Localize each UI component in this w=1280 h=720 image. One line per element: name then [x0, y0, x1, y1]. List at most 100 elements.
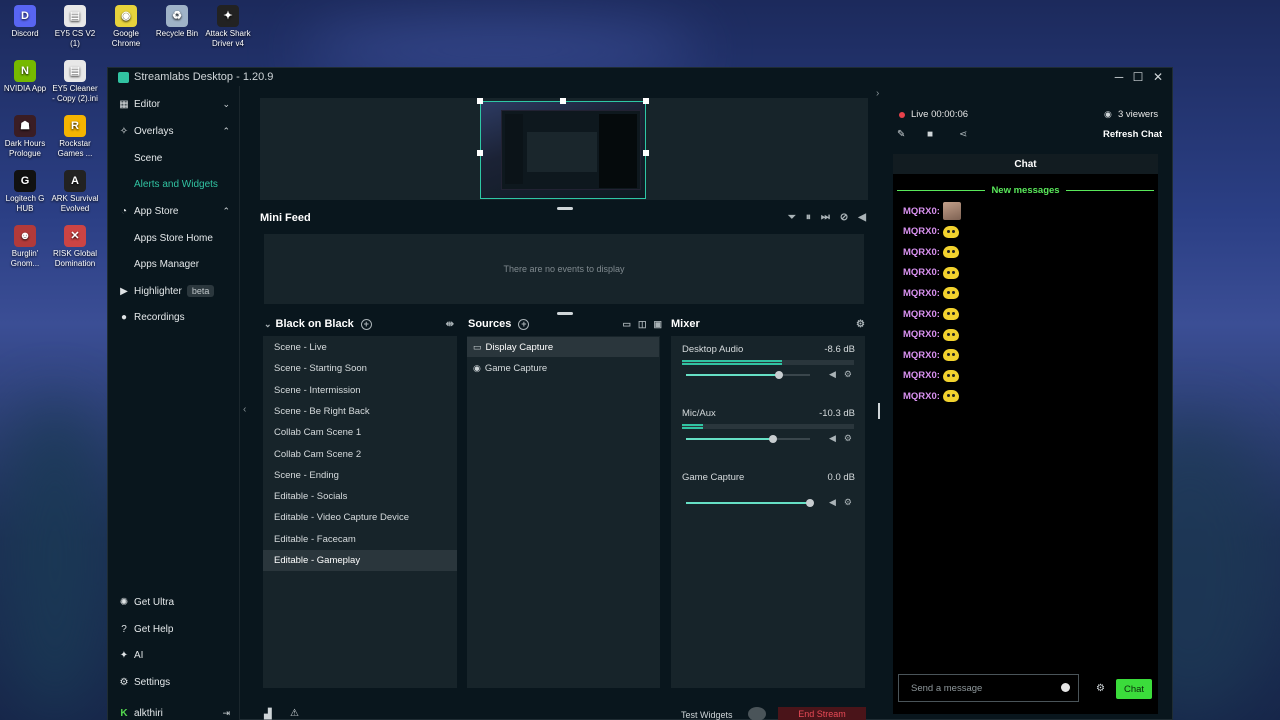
scene-item[interactable]: Scene - Live — [263, 337, 457, 358]
end-stream-button[interactable]: End Stream — [778, 707, 866, 720]
preview-display-capture[interactable] — [480, 101, 646, 199]
volume-icon[interactable]: ◀ — [829, 497, 836, 508]
folder-icon[interactable]: ▭ — [622, 319, 631, 330]
desktop-icon[interactable]: D Discord — [0, 5, 50, 39]
alerts-icon[interactable]: ⚠ — [290, 708, 299, 719]
desktop-icon[interactable]: N NVIDIA App — [0, 60, 50, 94]
chat-message-input[interactable]: Send a message — [898, 674, 1079, 702]
refresh-chat-button[interactable]: Refresh Chat — [1103, 129, 1162, 140]
expand-chat-icon[interactable]: › — [876, 88, 879, 99]
sidebar-item-alerts-widgets[interactable]: Alerts and Widgets — [108, 173, 240, 195]
gear-icon[interactable]: ⚙ — [844, 369, 852, 380]
sidebar-item-get-ultra[interactable]: ✺ Get Ultra — [108, 591, 240, 613]
group-icon[interactable]: ◫ — [638, 319, 647, 330]
chat-send-button[interactable]: Chat — [1116, 679, 1152, 699]
close-button[interactable]: ✕ — [1147, 68, 1169, 86]
stats-icon[interactable]: ▟ — [264, 709, 272, 720]
resize-handle[interactable] — [477, 98, 483, 104]
chat-username[interactable]: MQRX0: — [903, 350, 940, 361]
volume-slider[interactable] — [686, 435, 810, 443]
collapse-sidebar-icon[interactable]: ‹ — [243, 404, 246, 415]
desktop-icon[interactable]: ✦ Attack Shark Driver v4 — [203, 5, 253, 49]
skip-icon[interactable]: ⏭ — [821, 212, 830, 223]
desktop-icon[interactable]: ▤ EY5 CS V2 (1) — [50, 5, 100, 49]
record-button[interactable] — [748, 707, 766, 720]
sidebar-item-get-help[interactable]: ? Get Help — [108, 618, 240, 640]
desktop-icon[interactable]: R Rockstar Games ... — [50, 115, 100, 159]
scene-item[interactable]: Scene - Intermission — [263, 380, 457, 401]
pause-icon[interactable]: ⏸ — [806, 212, 811, 223]
sidebar-item-apps-store-home[interactable]: Apps Store Home — [108, 227, 240, 249]
scene-item[interactable]: Editable - Video Capture Device — [263, 507, 457, 528]
volume-icon[interactable]: ◀ — [829, 369, 836, 380]
resize-divider[interactable] — [878, 403, 880, 419]
sidebar-item-settings[interactable]: ⚙ Settings — [108, 671, 240, 693]
volume-icon[interactable]: ◀ — [829, 433, 836, 444]
pencil-icon[interactable]: ✎ — [897, 129, 905, 140]
filter-icon[interactable]: ⏷ — [788, 212, 796, 223]
volume-slider[interactable] — [686, 371, 810, 379]
emoji-icon[interactable] — [1061, 683, 1070, 692]
desktop-icon[interactable]: ▤ EY5 Cleaner - Copy (2).ini — [50, 60, 100, 104]
sidebar-item-ai[interactable]: ✦ AI — [108, 644, 240, 666]
scene-item[interactable]: Editable - Socials — [263, 486, 457, 507]
test-widgets-button[interactable]: Test Widgets — [681, 710, 733, 720]
resize-handle[interactable] — [477, 150, 483, 156]
scene-item[interactable]: Scene - Ending — [263, 465, 457, 486]
sidebar-item-editor[interactable]: ▦ Editor ⌄ — [108, 93, 240, 115]
chat-username[interactable]: MQRX0: — [903, 288, 940, 299]
add-scene-icon[interactable]: + — [360, 318, 372, 330]
sidebar-item-highlighter[interactable]: ▶ Highlighter beta — [108, 280, 240, 302]
volume-slider[interactable] — [686, 499, 814, 507]
scene-item[interactable]: Collab Cam Scene 1 — [263, 422, 457, 443]
maximize-button[interactable]: ☐ — [1127, 68, 1149, 86]
resize-drag-bar[interactable] — [557, 312, 573, 315]
gear-icon[interactable]: ⚙ — [856, 319, 865, 330]
mute-alerts-icon[interactable]: ⊘ — [840, 212, 848, 223]
volume-slider-knob[interactable] — [768, 435, 777, 443]
sidebar-item-recordings[interactable]: ● Recordings — [108, 306, 240, 328]
desktop-icon[interactable]: ☗ Dark Hours Prologue — [0, 115, 50, 159]
chevron-down-icon[interactable]: ⌄ — [264, 319, 272, 330]
add-folder-icon[interactable]: ▣ — [653, 319, 662, 330]
chat-username[interactable]: MQRX0: — [903, 329, 940, 340]
resize-handle[interactable] — [560, 98, 566, 104]
desktop-icon[interactable]: A ARK Survival Evolved — [50, 170, 100, 214]
chat-username[interactable]: MQRX0: — [903, 226, 940, 237]
chat-username[interactable]: MQRX0: — [903, 247, 940, 258]
sidebar-item-overlays[interactable]: ✧ Overlays ⌃ — [108, 120, 240, 142]
source-item-display-capture[interactable]: ▭ Display Capture — [467, 337, 659, 357]
chat-username[interactable]: MQRX0: — [903, 391, 940, 402]
resize-handle[interactable] — [643, 98, 649, 104]
chat-username[interactable]: MQRX0: — [903, 267, 940, 278]
desktop-icon[interactable]: ◉ Google Chrome — [101, 5, 151, 49]
sidebar-item-app-store[interactable]: ◔ App Store ⌃ — [108, 200, 240, 222]
scene-item[interactable]: Scene - Starting Soon — [263, 358, 457, 379]
scene-collection-title[interactable]: Black on Black — [276, 318, 354, 330]
gear-icon[interactable]: ⚙ — [844, 433, 852, 444]
scene-item[interactable]: Collab Cam Scene 2 — [263, 444, 457, 465]
scene-item[interactable]: Editable - Gameplay — [263, 550, 457, 571]
resize-handle[interactable] — [643, 150, 649, 156]
source-item-game-capture[interactable]: ◉ Game Capture — [467, 358, 659, 378]
volume-slider-knob[interactable] — [775, 371, 783, 379]
desktop-icon[interactable]: ✕ RISK Global Domination — [50, 225, 100, 269]
chat-settings-gear-icon[interactable]: ⚙ — [1096, 683, 1105, 694]
chat-username[interactable]: MQRX0: — [903, 206, 940, 217]
add-source-icon[interactable]: + — [518, 318, 530, 330]
sidebar-item-apps-manager[interactable]: Apps Manager — [108, 253, 240, 275]
scene-item[interactable]: Scene - Be Right Back — [263, 401, 457, 422]
logout-icon[interactable]: ⇥ — [222, 708, 230, 719]
volume-slider-knob[interactable] — [806, 499, 814, 507]
chat-username[interactable]: MQRX0: — [903, 370, 940, 381]
gear-icon[interactable]: ⚙ — [844, 497, 852, 508]
volume-icon[interactable]: ◀ — [858, 212, 866, 223]
scene-transitions-icon[interactable]: ⇹ — [446, 319, 454, 330]
desktop-icon[interactable]: G Logitech G HUB — [0, 170, 50, 214]
scene-item[interactable]: Editable - Facecam — [263, 529, 457, 550]
sidebar-item-user[interactable]: K alkthiri ⇥ — [108, 702, 240, 720]
stream-preview[interactable] — [260, 98, 868, 200]
chat-username[interactable]: MQRX0: — [903, 309, 940, 320]
sidebar-item-scene[interactable]: Scene — [108, 147, 240, 169]
desktop-icon[interactable]: ♻ Recycle Bin — [152, 5, 202, 39]
